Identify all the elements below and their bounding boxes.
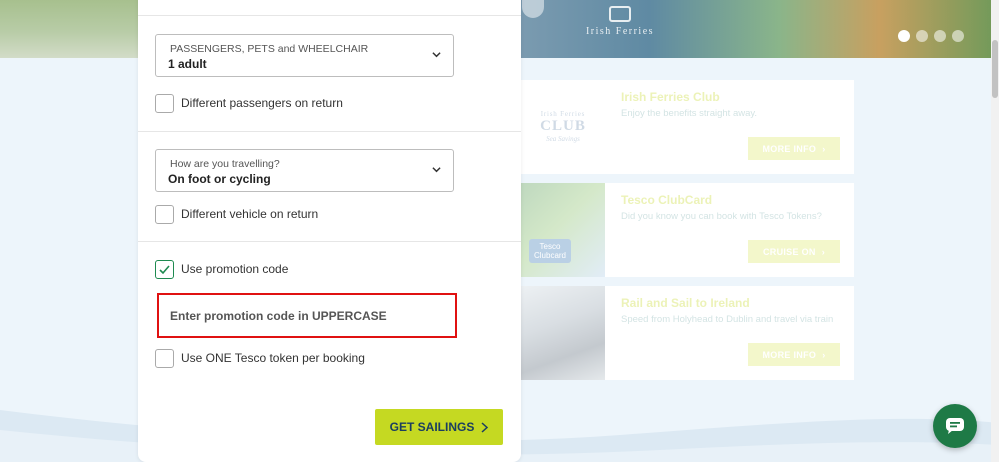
- different-passengers-label: Different passengers on return: [181, 96, 343, 110]
- tesco-token-label: Use ONE Tesco token per booking: [181, 351, 365, 365]
- hero-image-left: [0, 0, 140, 58]
- button-label: CRUISE ON: [762, 246, 816, 257]
- promotion-checkbox[interactable]: [155, 259, 174, 279]
- check-icon: [159, 264, 170, 274]
- club-logo-sub: Sea Savings: [546, 135, 580, 143]
- divider: [138, 131, 521, 132]
- chevron-down-icon: [432, 167, 441, 173]
- more-info-button[interactable]: MORE INFO ›: [748, 343, 840, 366]
- card-description: Did you know you can book with Tesco Tok…: [621, 211, 822, 222]
- card-title: Irish Ferries Club: [621, 90, 720, 104]
- travel-value: On foot or cycling: [168, 172, 271, 186]
- promo-code-input[interactable]: [157, 293, 457, 338]
- carousel-dot[interactable]: [898, 30, 910, 42]
- promo-card-tesco[interactable]: Tesco Clubcard Tesco ClubCard Did you kn…: [521, 183, 854, 277]
- hero-brand-text: Irish Ferries: [585, 26, 655, 37]
- club-logo: Irish Ferries CLUB Sea Savings: [521, 80, 605, 174]
- club-logo-top: Irish Ferries: [540, 110, 586, 118]
- button-label: MORE INFO: [762, 349, 817, 360]
- different-vehicle-checkbox[interactable]: [155, 204, 174, 224]
- card-description: Enjoy the benefits straight away.: [621, 108, 758, 119]
- divider: [138, 15, 521, 16]
- promotion-label: Use promotion code: [181, 262, 289, 276]
- ferry-logo-icon: [609, 6, 631, 22]
- promo-card-club[interactable]: Irish Ferries CLUB Sea Savings Irish Fer…: [521, 80, 854, 174]
- cruise-on-button[interactable]: CRUISE ON ›: [748, 240, 840, 263]
- chat-icon: [946, 418, 964, 434]
- hero-prev-arrow[interactable]: [522, 0, 544, 18]
- more-info-button[interactable]: MORE INFO ›: [748, 137, 840, 160]
- booking-panel: PASSENGERS, PETS and WHEELCHAIR 1 adult …: [138, 0, 521, 462]
- hero-brand-logo: Irish Ferries: [575, 6, 665, 37]
- carousel-dots: [898, 30, 964, 42]
- club-logo-big: CLUB: [540, 118, 586, 134]
- card-title: Rail and Sail to Ireland: [621, 296, 750, 310]
- different-vehicle-label: Different vehicle on return: [181, 207, 319, 221]
- promo-card-rail[interactable]: Rail and Sail to Ireland Speed from Holy…: [521, 286, 854, 380]
- chevron-down-icon: [432, 52, 441, 58]
- chevron-right-icon: ›: [822, 143, 826, 154]
- divider: [138, 241, 521, 242]
- different-vehicle-row[interactable]: Different vehicle on return: [155, 204, 318, 224]
- tesco-token-checkbox[interactable]: [155, 348, 174, 368]
- chevron-right-icon: ›: [822, 349, 826, 360]
- passengers-value: 1 adult: [168, 57, 207, 71]
- different-passengers-checkbox[interactable]: [155, 93, 174, 113]
- get-sailings-button[interactable]: GET SAILINGS: [375, 409, 503, 445]
- chevron-right-icon: [481, 421, 489, 433]
- scrollbar-thumb[interactable]: [992, 40, 998, 98]
- button-label: MORE INFO: [762, 143, 817, 154]
- tesco-clubcard-image: Tesco Clubcard: [521, 183, 605, 277]
- promotion-row[interactable]: Use promotion code: [155, 259, 288, 279]
- chevron-right-icon: ›: [821, 246, 826, 257]
- travel-caption: How are you travelling?: [170, 158, 280, 170]
- carousel-dot[interactable]: [934, 30, 946, 42]
- train-image: [521, 286, 605, 380]
- card-title: Tesco ClubCard: [621, 193, 713, 207]
- tesco-token-row[interactable]: Use ONE Tesco token per booking: [155, 348, 365, 368]
- passengers-caption: PASSENGERS, PETS and WHEELCHAIR: [170, 43, 369, 55]
- tesco-logo-text: Tesco Clubcard: [529, 239, 571, 263]
- passengers-select[interactable]: PASSENGERS, PETS and WHEELCHAIR 1 adult: [155, 34, 454, 77]
- carousel-dot[interactable]: [952, 30, 964, 42]
- carousel-dot[interactable]: [916, 30, 928, 42]
- card-description: Speed from Holyhead to Dublin and travel…: [621, 314, 834, 325]
- chat-button[interactable]: [933, 404, 977, 448]
- page-scrollbar[interactable]: [991, 0, 999, 462]
- get-sailings-label: GET SAILINGS: [389, 420, 475, 434]
- travel-mode-select[interactable]: How are you travelling? On foot or cycli…: [155, 149, 454, 192]
- different-passengers-row[interactable]: Different passengers on return: [155, 93, 343, 113]
